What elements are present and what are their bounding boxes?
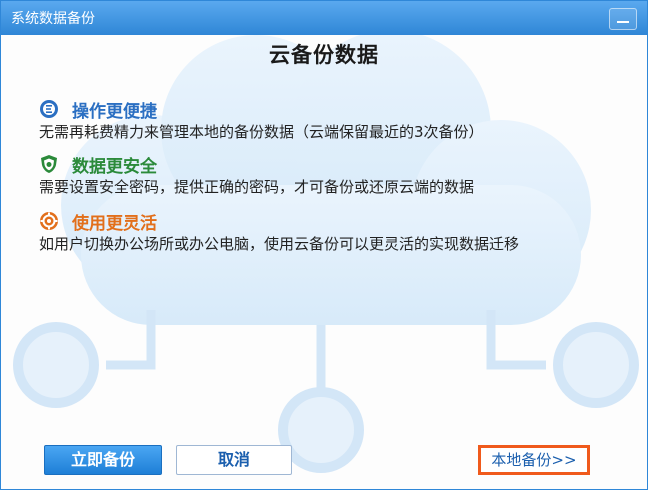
backup-now-button[interactable]: 立即备份 xyxy=(44,445,162,475)
minimize-button[interactable] xyxy=(609,8,637,30)
window-title: 系统数据备份 xyxy=(11,11,95,27)
minimize-icon xyxy=(617,21,629,23)
feature-desc: 如用户切换办公场所或办公电脑，使用云备份可以更灵活的实现数据迁移 xyxy=(39,235,520,253)
feature-title: 数据更安全 xyxy=(72,157,157,177)
feature-desc: 无需再耗费精力来管理本地的备份数据（云端保留最近的3次备份） xyxy=(39,123,484,141)
shield-icon xyxy=(41,155,57,173)
dialog-heading: 云备份数据 xyxy=(269,42,379,67)
feature-title: 操作更便捷 xyxy=(72,102,157,122)
e-circle-icon xyxy=(40,100,58,118)
backup-dialog: 系统数据备份 云备份数据 操作更便捷 无需再耗费精力来管理本地的备份数据（云端保… xyxy=(0,0,648,490)
feature-desc: 需要设置安全密码，提供正确的密码，才可备份或还原云端的数据 xyxy=(39,178,475,196)
cancel-button[interactable]: 取消 xyxy=(176,445,292,475)
local-backup-link[interactable]: 本地备份>> xyxy=(478,445,590,475)
flexible-icon xyxy=(40,212,58,230)
title-bar[interactable]: 系统数据备份 xyxy=(1,1,647,35)
feature-title: 使用更灵活 xyxy=(72,214,157,234)
